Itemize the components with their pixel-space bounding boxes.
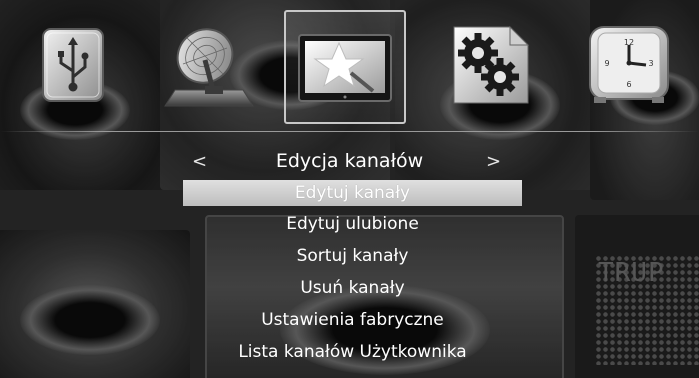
menu-item-label: Usuń kanały [300, 278, 405, 298]
menu-item-label: Sortuj kanały [296, 246, 409, 266]
menu-title: Edycja kanałów [275, 150, 424, 172]
svg-text:3: 3 [648, 59, 653, 68]
svg-text:9: 9 [604, 59, 609, 68]
star-folder-icon [298, 34, 392, 102]
icon-bar-divider [0, 131, 699, 132]
menu-item-label: Edytuj ulubione [286, 214, 419, 234]
menu-item-label: Lista kanałów Użytkownika [238, 342, 467, 362]
menu-item-sort-channels[interactable]: Sortuj kanały [183, 243, 522, 269]
menu-header: < Edycja kanałów > [0, 148, 699, 178]
menu-item-label: Ustawienia fabryczne [261, 310, 444, 330]
menu-item-label: Edytuj kanały [294, 183, 411, 203]
time-menu-icon-tile[interactable]: 12 3 69 [570, 10, 688, 120]
svg-text:6: 6 [626, 80, 631, 89]
channel-edit-menu-icon-tile[interactable] [284, 10, 406, 124]
usb-drive-icon [42, 28, 104, 102]
menu-item-factory-settings[interactable]: Ustawienia fabryczne [183, 307, 522, 333]
usb-menu-icon-tile[interactable] [14, 10, 132, 120]
menu-item-delete-channels[interactable]: Usuń kanały [183, 275, 522, 301]
next-category-arrow[interactable]: > [486, 151, 501, 172]
main-menu-icon-bar: 12 3 69 [0, 0, 699, 132]
menu-item-user-channel-list[interactable]: Lista kanałów Użytkownika [183, 339, 522, 365]
satellite-menu-icon-tile[interactable] [150, 10, 268, 120]
settings-menu-icon-tile[interactable] [432, 10, 550, 120]
menu-item-edit-favorites[interactable]: Edytuj ulubione [183, 211, 522, 237]
satellite-dish-icon [164, 28, 254, 107]
menu-item-edit-channels[interactable]: Edytuj kanały [183, 180, 522, 206]
settings-gears-icon [453, 25, 530, 104]
clock-icon: 123 69 [589, 26, 669, 103]
